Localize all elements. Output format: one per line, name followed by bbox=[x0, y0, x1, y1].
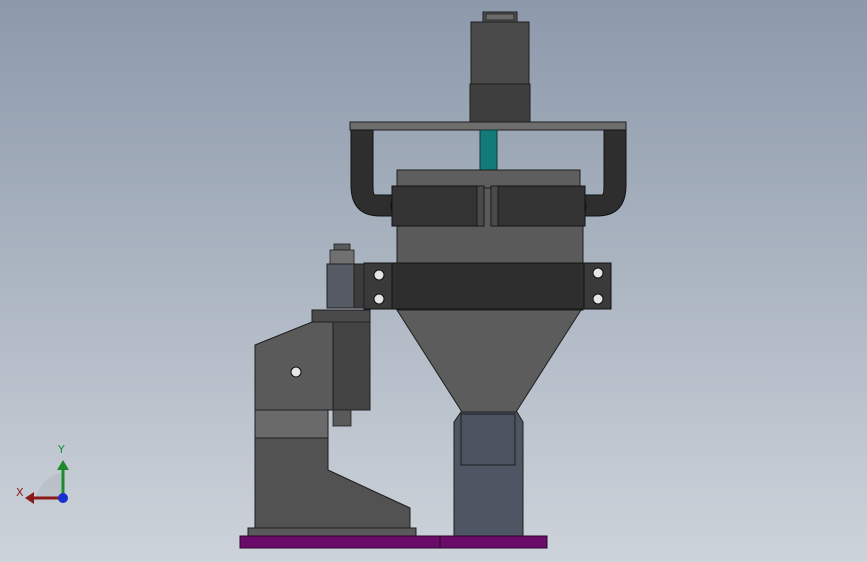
bolt-hole bbox=[373, 293, 385, 305]
clamp-block-right bbox=[490, 185, 586, 227]
bolt-hole bbox=[373, 269, 385, 281]
stand-body bbox=[254, 321, 334, 411]
motor[interactable] bbox=[469, 11, 531, 123]
drive-shaft[interactable] bbox=[479, 129, 498, 171]
hopper-top-band bbox=[396, 169, 581, 189]
triad-y-label: Y bbox=[58, 443, 65, 456]
bolt-hole bbox=[592, 293, 604, 305]
triad-plane-shade bbox=[36, 472, 63, 498]
base-plate-left[interactable] bbox=[239, 535, 441, 549]
cad-model-view[interactable] bbox=[0, 0, 867, 562]
hopper-cone bbox=[396, 309, 582, 413]
motor-flange bbox=[469, 83, 531, 123]
cad-viewport[interactable]: Y X bbox=[0, 0, 867, 562]
bolt-hole bbox=[290, 366, 302, 378]
stand-foot bbox=[254, 437, 411, 531]
base-plate-right[interactable] bbox=[439, 535, 548, 549]
clamp-block-left bbox=[391, 185, 485, 227]
adjuster-block bbox=[326, 263, 355, 309]
triad-x-label: X bbox=[16, 486, 24, 499]
band-strip bbox=[391, 262, 587, 310]
mounting-band[interactable] bbox=[363, 262, 612, 310]
triad-z-axis bbox=[58, 493, 68, 503]
outlet-window bbox=[460, 413, 516, 466]
orientation-triad[interactable] bbox=[25, 460, 69, 504]
bolt-hole bbox=[592, 267, 604, 279]
stand-band bbox=[254, 409, 329, 439]
outlet-column[interactable] bbox=[453, 411, 524, 538]
top-crossbar[interactable] bbox=[349, 121, 627, 131]
motor-body bbox=[470, 21, 530, 85]
